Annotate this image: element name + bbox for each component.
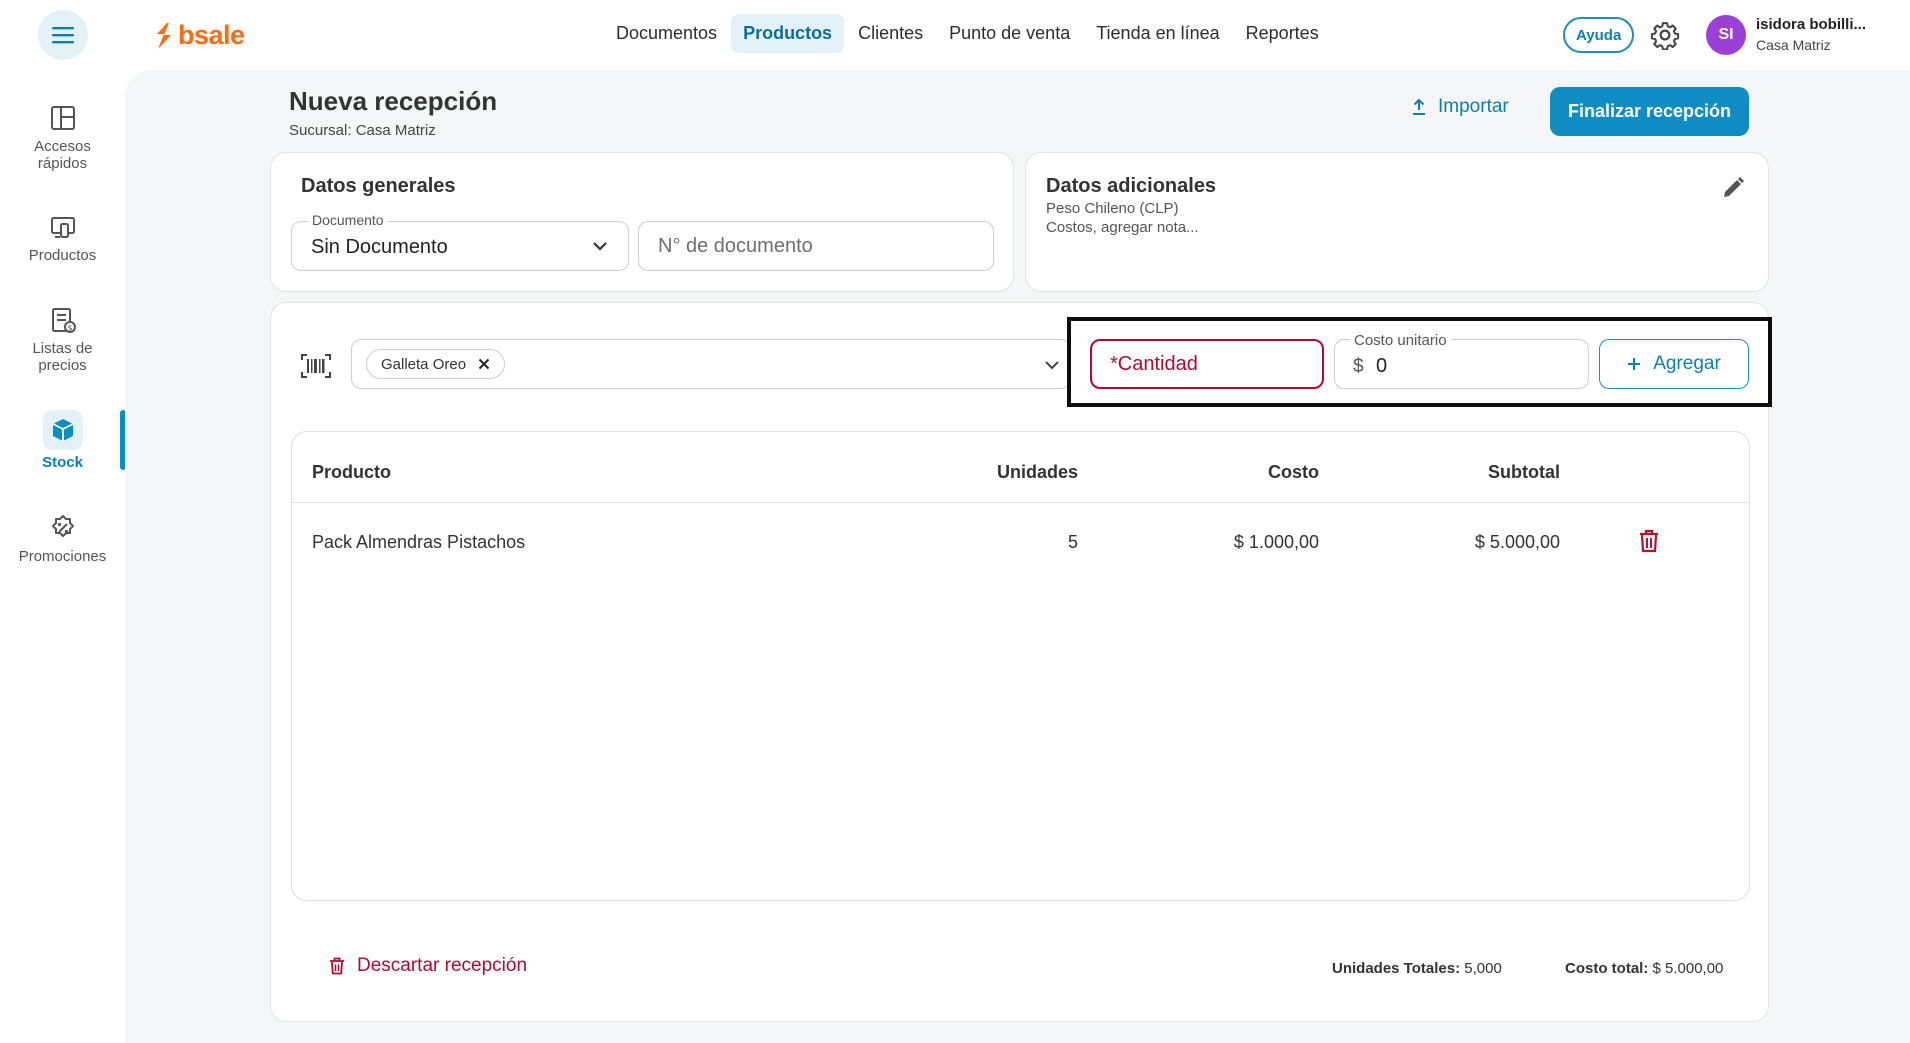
cell-cost: $ 1.000,00 <box>1233 532 1319 552</box>
products-card: Galleta Oreo *Cantidad Costo unitario $ … <box>270 302 1769 1022</box>
note-text: Costos, agregar nota... <box>1046 219 1199 236</box>
document-number-input[interactable]: N° de documento <box>638 221 994 271</box>
document-value: Sin Documento <box>311 236 448 258</box>
sidebar-label: Accesos rápidos <box>34 138 91 172</box>
nav-documentos[interactable]: Documentos <box>604 14 729 53</box>
sidebar-label: Productos <box>28 247 97 264</box>
pencil-icon[interactable] <box>1720 175 1746 201</box>
products-table: Producto Unidades Costo Subtotal Pack Al… <box>291 431 1750 901</box>
document-label: Documento <box>308 212 388 228</box>
help-button[interactable]: Ayuda <box>1563 17 1635 53</box>
sidebar-item-listas-de-precios[interactable]: $ Listas de precios <box>0 306 125 374</box>
logo-text: bsale <box>178 20 245 50</box>
top-bar: bsale Documentos Productos Clientes Punt… <box>0 0 1910 70</box>
selected-product-label: Galleta Oreo <box>381 355 467 373</box>
table-divider <box>292 502 1749 503</box>
devices-icon <box>50 217 75 238</box>
sidebar-label: Listas de precios <box>32 340 93 374</box>
price-list-icon: $ <box>51 308 76 333</box>
document-select[interactable]: Documento Sin Documento <box>291 212 629 271</box>
column-header-subtotal: Subtotal <box>1488 462 1560 482</box>
discard-reception-button[interactable]: Descartar recepción <box>329 955 527 977</box>
upload-icon <box>1413 98 1425 115</box>
additional-data-title: Datos adicionales <box>1046 175 1217 197</box>
bsale-mark-icon <box>157 22 171 49</box>
trash-icon[interactable] <box>1638 529 1660 553</box>
sidebar-item-accesos-rapidos[interactable]: Accesos rápidos <box>0 104 125 172</box>
avatar[interactable]: SI <box>1706 15 1746 55</box>
cell-subtotal: $ 5.000,00 <box>1474 532 1560 552</box>
menu-button[interactable] <box>38 10 88 60</box>
sidebar-item-stock[interactable]: Stock <box>0 410 125 471</box>
nav-punto-de-venta[interactable]: Punto de venta <box>937 14 1082 53</box>
cost-total-value: $ 5.000,00 <box>1652 960 1724 977</box>
cost-total-label: Costo total: <box>1565 960 1649 977</box>
import-label: Importar <box>1438 96 1509 117</box>
chevron-down-icon <box>593 242 607 251</box>
general-data-title: Datos generales <box>301 175 456 197</box>
sidebar-label: Stock <box>42 454 83 471</box>
discount-icon <box>51 515 74 537</box>
nav-clientes[interactable]: Clientes <box>846 14 935 53</box>
highlight-box <box>1067 317 1772 407</box>
page-title: Nueva recepción <box>289 86 498 116</box>
main-nav: Documentos Productos Clientes Punto de v… <box>604 14 1331 53</box>
selected-product-chip: Galleta Oreo <box>366 349 506 379</box>
document-number-placeholder: N° de documento <box>658 235 813 257</box>
general-data-card: Datos generales Documento Sin Documento … <box>270 152 1014 292</box>
close-icon[interactable] <box>478 358 490 370</box>
nav-tienda-en-linea[interactable]: Tienda en línea <box>1084 14 1231 53</box>
nav-reportes[interactable]: Reportes <box>1234 14 1331 53</box>
user-name[interactable]: isidora bobilli... <box>1756 16 1866 33</box>
svg-text:$: $ <box>67 324 72 333</box>
sidebar-label: Promociones <box>18 548 107 565</box>
column-header-unidades: Unidades <box>996 462 1078 482</box>
cost-total: Costo total: $ 5.000,00 <box>1565 960 1723 977</box>
sidebar-item-promociones[interactable]: Promociones <box>0 514 125 565</box>
nav-productos[interactable]: Productos <box>731 14 845 53</box>
import-button[interactable]: Importar <box>1410 96 1509 118</box>
bsale-logo[interactable]: bsale <box>154 20 245 51</box>
finish-reception-button[interactable]: Finalizar recepción <box>1550 87 1749 136</box>
additional-data-card[interactable]: Datos adicionales Peso Chileno (CLP) Cos… <box>1025 152 1769 292</box>
cell-units: 5 <box>1067 532 1078 552</box>
trash-icon <box>330 957 344 975</box>
units-total-label: Unidades Totales: <box>1332 960 1461 977</box>
stock-icon-wrap <box>42 410 83 450</box>
discard-label: Descartar recepción <box>357 955 528 976</box>
layout-icon <box>50 106 75 130</box>
box-icon <box>52 419 73 441</box>
column-header-costo: Costo <box>1268 462 1319 482</box>
units-total: Unidades Totales: 5,000 <box>1332 960 1502 977</box>
barcode-icon[interactable] <box>301 354 331 378</box>
user-branch: Casa Matriz <box>1756 37 1831 53</box>
product-search-select[interactable]: Galleta Oreo <box>351 339 1071 389</box>
page-subtitle: Sucursal: Casa Matriz <box>289 122 436 139</box>
sidebar-item-productos[interactable]: Productos <box>0 215 125 264</box>
currency-text: Peso Chileno (CLP) <box>1046 200 1179 217</box>
column-header-producto: Producto <box>312 462 391 482</box>
gear-icon[interactable] <box>1650 20 1680 50</box>
hamburger-icon <box>52 27 74 44</box>
units-total-value: 5,000 <box>1464 960 1502 977</box>
chevron-down-icon <box>1045 361 1059 370</box>
cell-product: Pack Almendras Pistachos <box>312 532 526 552</box>
